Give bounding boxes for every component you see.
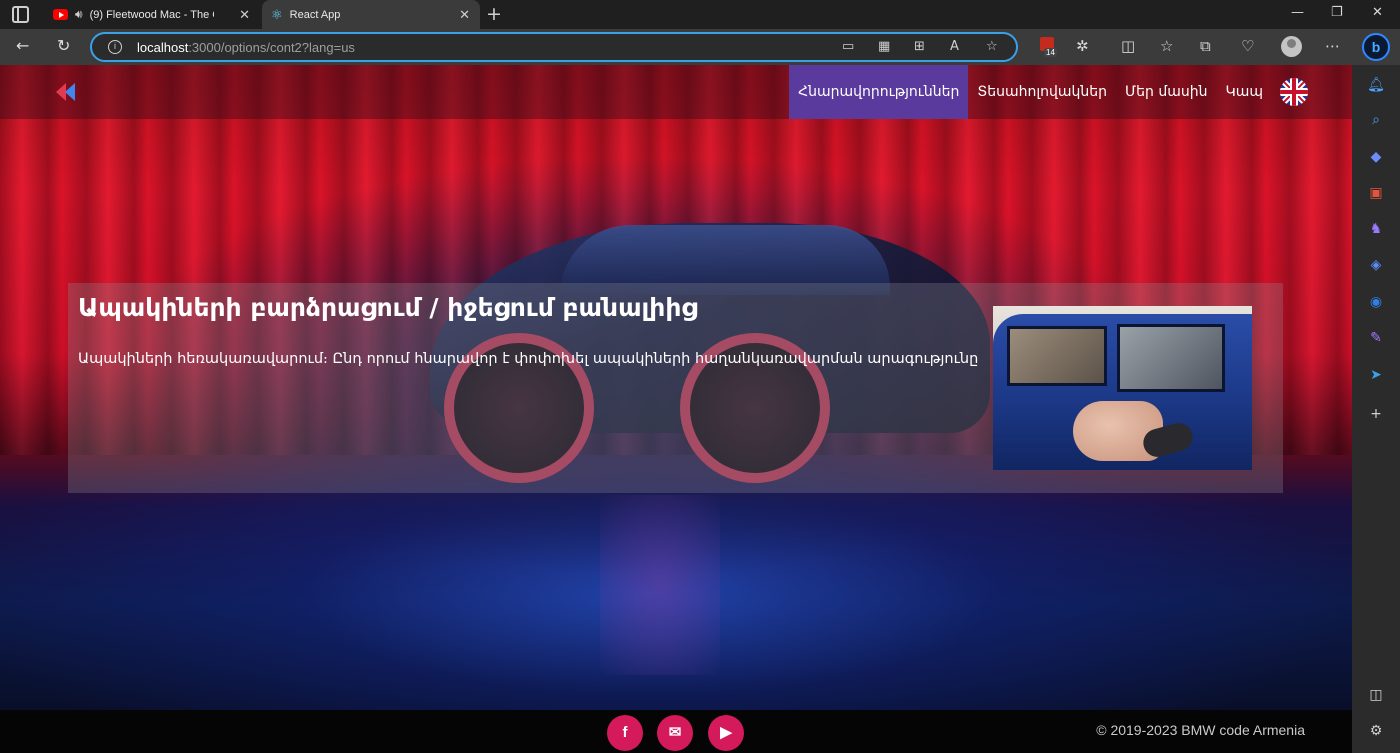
device-icon[interactable]: ▭ xyxy=(842,39,854,54)
feature-description: Ապակիների հեռակառավարում։ Ընդ որում հնար… xyxy=(78,351,979,367)
site-header: Հնարավորություններ Տեսահոլովակներ Մեր մա… xyxy=(0,65,1352,119)
office-icon[interactable]: ◈ xyxy=(1366,255,1386,275)
main-nav: Հնարավորություններ Տեսահոլովակներ Մեր մա… xyxy=(789,65,1308,119)
edge-sidebar: 🔔︎ ⌕ ◆ ▣ ♞ ◈ ◉ ✎ ➤ + ◫ ⚙ xyxy=(1352,65,1400,753)
maximize-icon[interactable]: ❐ xyxy=(1331,5,1343,20)
minimize-icon[interactable]: — xyxy=(1291,5,1304,20)
email-icon[interactable]: ✉ xyxy=(657,715,693,751)
read-aloud-icon[interactable]: A xyxy=(950,39,959,54)
tab-title: React App xyxy=(289,8,341,21)
extensions-icon[interactable]: ✲ xyxy=(1076,37,1089,55)
feature-image xyxy=(993,306,1252,470)
favorites-icon[interactable]: ☆ xyxy=(1160,37,1173,55)
sidebar-layout-icon[interactable]: ◫ xyxy=(1366,685,1386,705)
browser-essentials-icon[interactable]: ♡ xyxy=(1241,37,1254,55)
tag-icon[interactable]: ◆ xyxy=(1366,147,1386,167)
toolbox-icon[interactable]: ▣ xyxy=(1366,183,1386,203)
nav-item-videos[interactable]: Տեսահոլովակներ xyxy=(968,65,1116,119)
nav-item-about[interactable]: Մեր մասին xyxy=(1116,65,1216,119)
youtube-icon[interactable]: ▶ xyxy=(708,715,744,751)
site-footer: f ✉ ▶ © 2019-2023 BMW code Armenia xyxy=(0,710,1352,753)
tab-title: (9) Fleetwood Mac - The Ch xyxy=(89,8,214,21)
more-menu-icon[interactable]: ⋯ xyxy=(1325,37,1340,55)
browser-tab-bar: 🔊︎ (9) Fleetwood Mac - The Ch ✕ ⚛ React … xyxy=(0,0,1400,29)
feature-card: Ապակիների բարձրացում / իջեցում բանալիից … xyxy=(68,283,1283,493)
copyright-text: © 2019-2023 BMW code Armenia xyxy=(1096,722,1305,738)
url-text: localhost:3000/options/cont2?lang=us xyxy=(137,40,355,55)
outlook-icon[interactable]: ◉ xyxy=(1366,292,1386,312)
url-input[interactable]: i localhost:3000/options/cont2?lang=us ▭… xyxy=(90,32,1018,62)
games-icon[interactable]: ♞ xyxy=(1366,219,1386,239)
nav-item-features[interactable]: Հնարավորություններ xyxy=(789,65,969,119)
nav-item-contact[interactable]: Կապ xyxy=(1216,65,1272,119)
designer-icon[interactable]: ✎ xyxy=(1366,328,1386,348)
favorite-star-icon[interactable]: ☆ xyxy=(986,39,998,54)
tab-fleetwood[interactable]: 🔊︎ (9) Fleetwood Mac - The Ch ✕ xyxy=(44,0,260,29)
settings-gear-icon[interactable]: ⚙ xyxy=(1366,721,1386,741)
refresh-icon[interactable]: ↻ xyxy=(57,36,70,55)
site-logo[interactable] xyxy=(56,83,80,101)
bell-icon[interactable]: 🔔︎ xyxy=(1366,75,1386,95)
collections-icon[interactable]: ⧉ xyxy=(1200,37,1211,55)
close-tab-icon[interactable]: ✕ xyxy=(459,7,470,23)
add-icon[interactable]: + xyxy=(1366,404,1386,424)
feature-title: Ապակիների բարձրացում / իջեցում բանալիից xyxy=(78,293,698,322)
close-window-icon[interactable]: ✕ xyxy=(1372,5,1383,20)
apps-icon[interactable]: ⊞ xyxy=(914,39,925,54)
page-viewport: Հնարավորություններ Տեսահոլովակներ Մեր մա… xyxy=(0,65,1352,753)
send-icon[interactable]: ➤ xyxy=(1366,365,1386,385)
profile-avatar[interactable] xyxy=(1281,36,1302,57)
speaker-icon[interactable]: 🔊︎ xyxy=(75,7,83,22)
tab-react-app[interactable]: ⚛ React App ✕ xyxy=(262,0,480,29)
search-icon[interactable]: ⌕ xyxy=(1366,110,1386,130)
uk-flag-icon[interactable] xyxy=(1280,78,1308,106)
close-tab-icon[interactable]: ✕ xyxy=(239,7,250,23)
qr-icon[interactable]: ▦ xyxy=(878,39,890,54)
facebook-icon[interactable]: f xyxy=(607,715,643,751)
youtube-icon xyxy=(53,9,68,20)
new-tab-icon[interactable]: + xyxy=(486,3,502,25)
site-info-icon[interactable]: i xyxy=(108,40,122,54)
tab-actions-icon[interactable] xyxy=(12,6,29,23)
bing-copilot-icon[interactable]: b xyxy=(1362,33,1390,61)
back-icon[interactable]: ← xyxy=(16,36,29,55)
address-bar: ← ↻ i localhost:3000/options/cont2?lang=… xyxy=(0,29,1400,65)
floor-reflection xyxy=(600,495,720,675)
split-screen-icon[interactable]: ◫ xyxy=(1121,37,1135,55)
react-icon: ⚛ xyxy=(271,6,283,22)
extension-badge-icon[interactable]: 14 xyxy=(1040,37,1057,57)
